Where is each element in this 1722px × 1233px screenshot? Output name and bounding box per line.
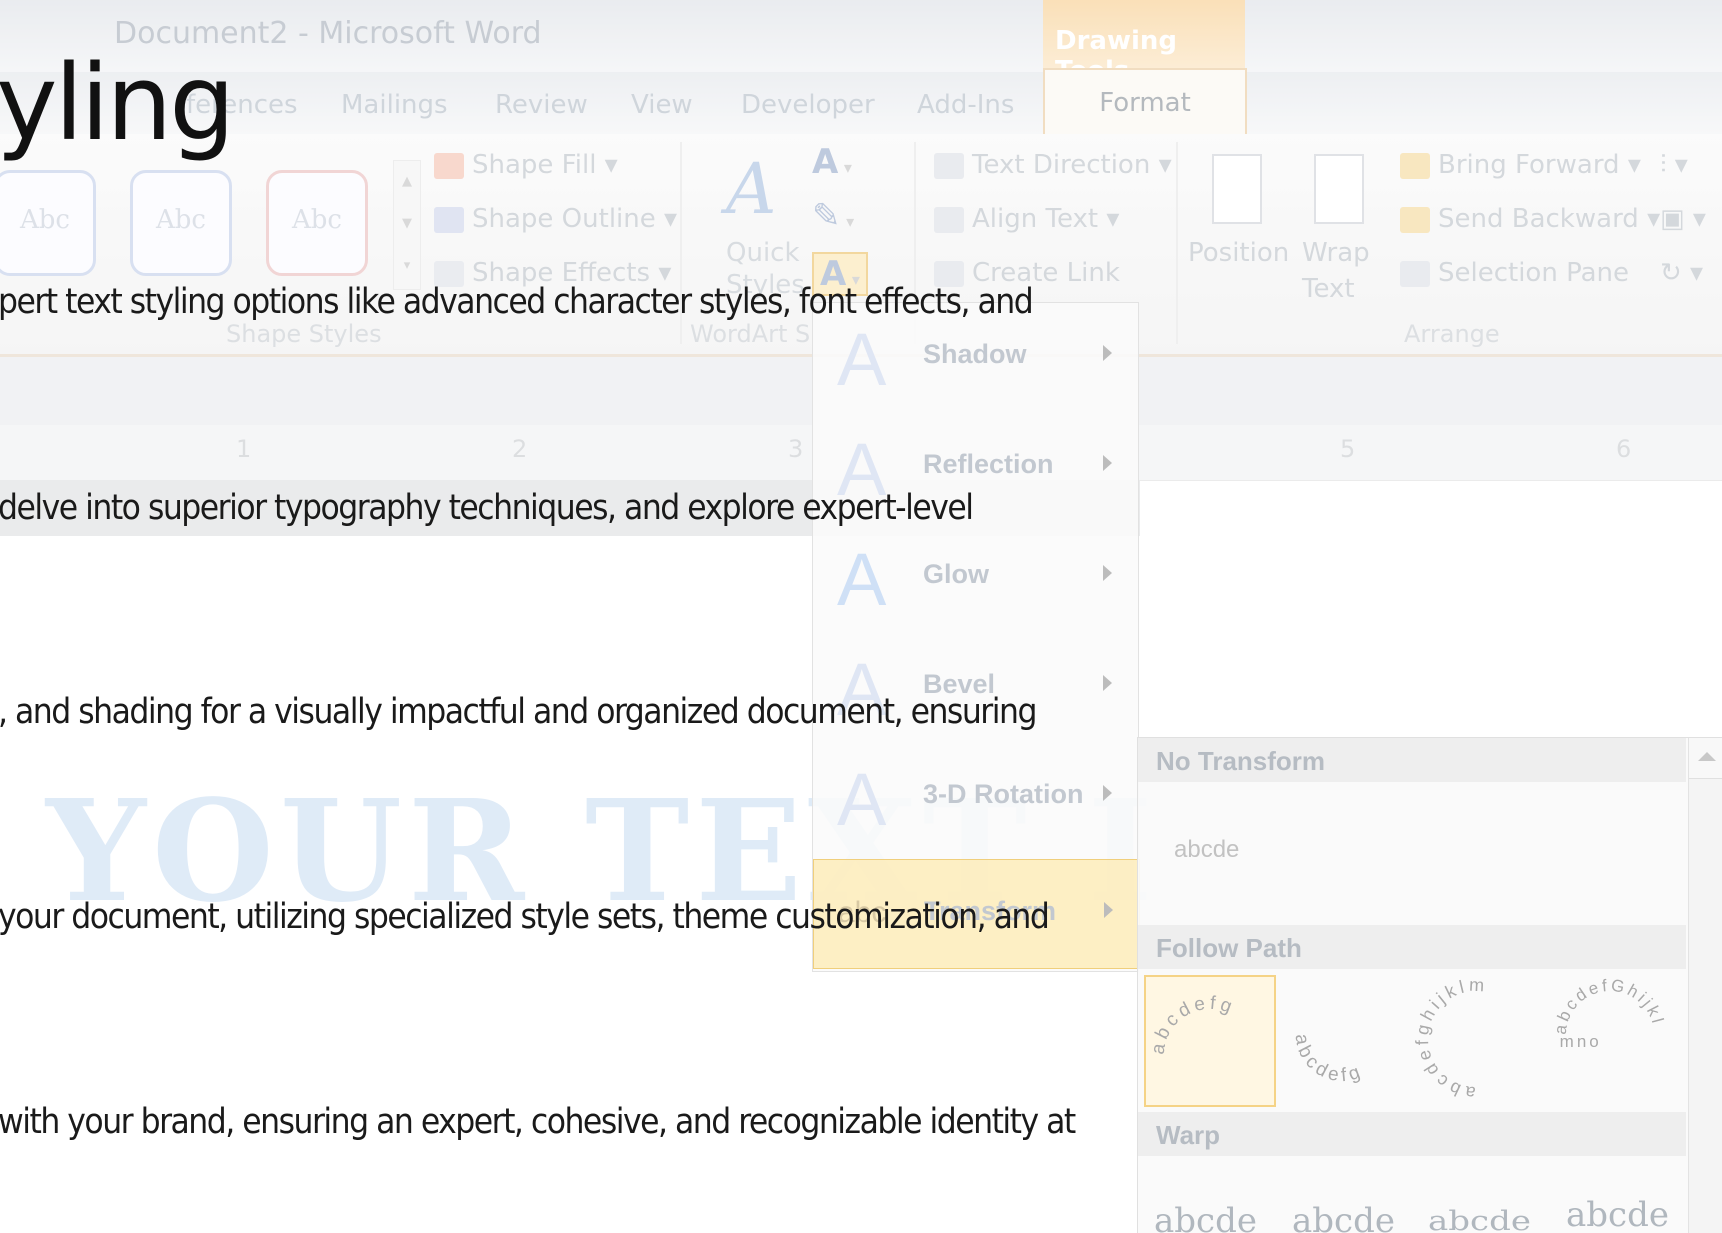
follow-path-arch-up[interactable]: abcdefg [1144, 975, 1276, 1107]
no-transform-option[interactable]: abcde [1174, 836, 1239, 864]
shape-styles-label: Shape Styles [226, 320, 382, 348]
text-effects-menu: A Shadow A Reflection A Glow A Bevel A 3… [812, 302, 1140, 972]
chevron-right-icon [1103, 455, 1112, 471]
text-direction-icon [934, 152, 964, 179]
tab-format[interactable]: Format [1043, 68, 1247, 136]
quick-styles-label[interactable]: Quick [726, 238, 800, 268]
text-outline-button[interactable]: ✎ ▾ [812, 196, 854, 236]
position-button[interactable]: Position [1188, 238, 1289, 268]
tab-mailings[interactable]: Mailings [341, 90, 448, 120]
warp-header: Warp [1138, 1112, 1686, 1156]
chevron-up-icon [1698, 752, 1716, 761]
group-divider [1176, 142, 1178, 344]
svg-text:abcdefGhijklmno: abcdefGhijklmno [1551, 976, 1668, 1051]
shadow-effect-icon: A [837, 318, 887, 401]
shape-style-thumb[interactable]: Abc [0, 170, 96, 276]
shape-style-thumb[interactable]: Abc [266, 170, 368, 276]
align-text-button[interactable]: Align Text ▾ [934, 204, 1119, 234]
selection-pane-button[interactable]: Selection Pane [1400, 258, 1629, 288]
tab-review[interactable]: Review [495, 90, 588, 120]
shape-outline-button[interactable]: Shape Outline ▾ [434, 204, 677, 234]
slide-bullet: your document, utilizing specialized sty… [0, 897, 1050, 937]
ruler-number: 2 [512, 435, 528, 463]
arch-up-path-icon: abcdefg [1148, 993, 1239, 1056]
chevron-right-icon [1103, 345, 1112, 361]
follow-path-circle[interactable]: abcdefghijklm [1412, 975, 1540, 1104]
paint-bucket-icon [434, 152, 464, 179]
tab-view[interactable]: View [631, 90, 693, 120]
text-direction-button[interactable]: Text Direction ▾ [934, 150, 1172, 180]
menu-item-glow[interactable]: A Glow [813, 523, 1138, 631]
follow-path-header: Follow Path [1138, 925, 1686, 969]
slide-title: yling [0, 42, 235, 164]
ruler-number: 6 [1616, 435, 1632, 463]
slide-bullet: with your brand, ensuring an expert, coh… [0, 1102, 1076, 1142]
arrange-label: Arrange [1404, 320, 1500, 348]
arch-down-path-icon: abcdefg [1290, 1033, 1366, 1087]
svg-text:abcdefg: abcdefg [1148, 993, 1239, 1056]
tab-developer[interactable]: Developer [741, 90, 875, 120]
pen-icon [434, 206, 464, 233]
tab-add-ins[interactable]: Add-Ins [917, 90, 1014, 120]
bring-forward-icon [1400, 152, 1430, 179]
text-fill-button[interactable]: A ▾ [812, 142, 852, 182]
chevron-down-icon[interactable]: ▼ [394, 203, 420, 245]
warp-option[interactable]: abcde [1292, 1201, 1395, 1233]
rotate-icon[interactable]: ↻ ▾ [1660, 258, 1703, 288]
scroll-up-button[interactable] [1689, 738, 1722, 779]
slide-bullet: delve into superior typography technique… [0, 488, 974, 528]
screen: Document2 - Microsoft Word Drawing Tools… [0, 0, 1722, 1233]
ribbon-tabs: ferences Mailings Review View Developer … [0, 68, 1722, 136]
no-transform-header: No Transform [1138, 738, 1686, 782]
title-bar: Document2 - Microsoft Word [0, 0, 1722, 72]
shape-style-thumb[interactable]: Abc [130, 170, 232, 276]
bring-forward-button[interactable]: Bring Forward ▾ [1400, 150, 1641, 180]
selection-pane-icon [1400, 260, 1430, 287]
chevron-right-icon [1104, 902, 1113, 918]
3d-rotation-effect-icon: A [837, 758, 887, 841]
align-icon[interactable]: ⫶ ▾ [1660, 150, 1688, 181]
circle-path-icon: abcdefghijklm [1412, 975, 1489, 1104]
chevron-right-icon [1103, 565, 1112, 581]
chevron-right-icon [1103, 785, 1112, 801]
button-path-icon: abcdefGhijklmno [1551, 976, 1668, 1051]
send-backward-icon [1400, 206, 1430, 233]
wrap-text-button[interactable]: Wrap [1302, 238, 1370, 268]
follow-path-button[interactable]: abcdefGhijklmno [1546, 975, 1674, 1103]
slide-bullet: , and shading for a visually impactful a… [0, 692, 1037, 732]
shape-fill-button[interactable]: Shape Fill ▾ [434, 150, 618, 180]
group-icon[interactable]: ▣ ▾ [1660, 204, 1706, 234]
slide-bullet: pert text styling options like advanced … [0, 282, 1034, 322]
chevron-right-icon [1103, 675, 1112, 691]
warp-option[interactable]: abcde [1566, 1195, 1669, 1233]
menu-item-3d-rotation[interactable]: A 3-D Rotation [813, 743, 1138, 851]
transform-gallery: No Transform abcde Follow Path abcdefg a… [1137, 737, 1722, 1233]
send-backward-button[interactable]: Send Backward ▾ [1400, 204, 1660, 234]
warp-option[interactable]: abcde [1154, 1201, 1257, 1233]
svg-text:abcdefghijklm: abcdefghijklm [1412, 975, 1489, 1103]
quick-styles-icon[interactable]: A [726, 148, 777, 230]
glow-effect-icon: A [837, 538, 887, 621]
svg-text:abcdefg: abcdefg [1290, 1033, 1366, 1087]
shape-styles-scroll[interactable]: ▲ ▼ ▾ [393, 160, 421, 290]
ruler-number: 1 [236, 435, 252, 463]
align-text-icon [934, 206, 964, 233]
ruler-number: 3 [788, 435, 804, 463]
warp-option[interactable]: abcde [1428, 1205, 1531, 1233]
follow-path-arch-down[interactable]: abcdefg [1278, 975, 1406, 1103]
wordart-styles-label: WordArt S [690, 320, 811, 348]
wrap-text-icon[interactable] [1314, 154, 1364, 224]
more-icon[interactable]: ▾ [394, 245, 420, 287]
chevron-up-icon[interactable]: ▲ [394, 161, 420, 203]
ruler-number: 5 [1340, 435, 1356, 463]
wrap-text-button-2[interactable]: Text [1302, 274, 1355, 304]
gallery-scrollbar[interactable] [1688, 738, 1722, 1233]
position-icon[interactable] [1212, 154, 1262, 224]
